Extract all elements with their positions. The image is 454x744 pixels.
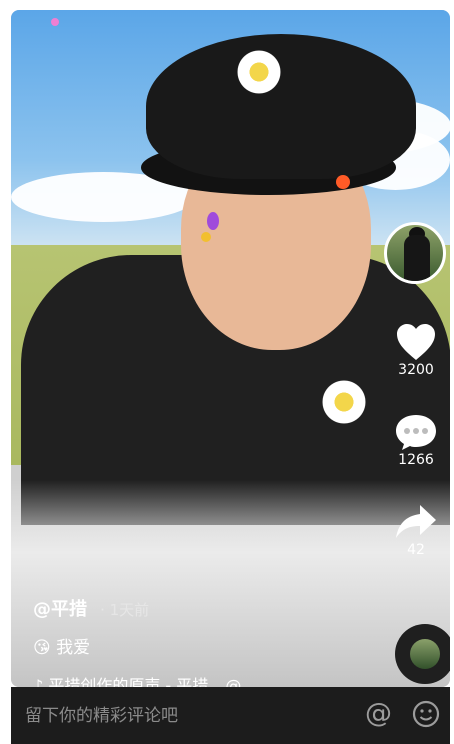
share-arrow-icon	[396, 505, 436, 538]
music-title: 平措创作的原声 - 平措	[48, 676, 209, 687]
mention-icon: @	[225, 676, 242, 687]
mention-at-icon[interactable]: @	[365, 699, 395, 729]
comment-action[interactable]: 1266	[384, 412, 448, 468]
bucket-hat	[146, 34, 416, 179]
music-disc-cover	[410, 639, 440, 669]
share-count: 42	[407, 542, 425, 558]
sparkle-purple	[207, 212, 219, 230]
music-note-icon: ♪	[33, 676, 44, 687]
share-action[interactable]: 42	[384, 502, 448, 558]
like-action[interactable]: 3200	[384, 322, 448, 378]
music-disc[interactable]	[395, 624, 450, 684]
comment-bar: 留下你的精彩评论吧 @	[11, 687, 450, 744]
avatar-person	[404, 235, 430, 281]
post-time: · 1天前	[100, 601, 150, 619]
app-screen: @平措 · 1天前 😘 我爱 ♪ 平措创作的原声 - 平措 @ 3200 126…	[0, 0, 454, 744]
sparkle-orange	[336, 175, 350, 189]
heart-icon	[397, 324, 435, 360]
creator-avatar[interactable]	[384, 222, 446, 284]
music-ticker[interactable]: ♪ 平措创作的原声 - 平措 @	[33, 672, 363, 687]
hat-daisy-logo	[237, 50, 281, 94]
sparkle-yellow	[201, 232, 211, 242]
video-caption: @平措 · 1天前 😘 我爱 ♪ 平措创作的原声 - 平措 @	[33, 595, 363, 687]
like-count: 3200	[398, 362, 434, 378]
shirt-daisy-logo	[322, 380, 366, 424]
sparkle-pink	[51, 18, 59, 26]
author-name[interactable]: @平措	[33, 599, 87, 620]
comment-input[interactable]: 留下你的精彩评论吧	[25, 701, 178, 726]
caption-description: 我爱	[56, 638, 91, 658]
caption-text: 😘 我爱	[33, 633, 363, 658]
comment-count: 1266	[398, 452, 434, 468]
emoji-face-icon[interactable]	[411, 699, 441, 729]
kiss-emoji-icon: 😘	[33, 638, 51, 658]
comment-bubble-icon	[396, 415, 436, 450]
